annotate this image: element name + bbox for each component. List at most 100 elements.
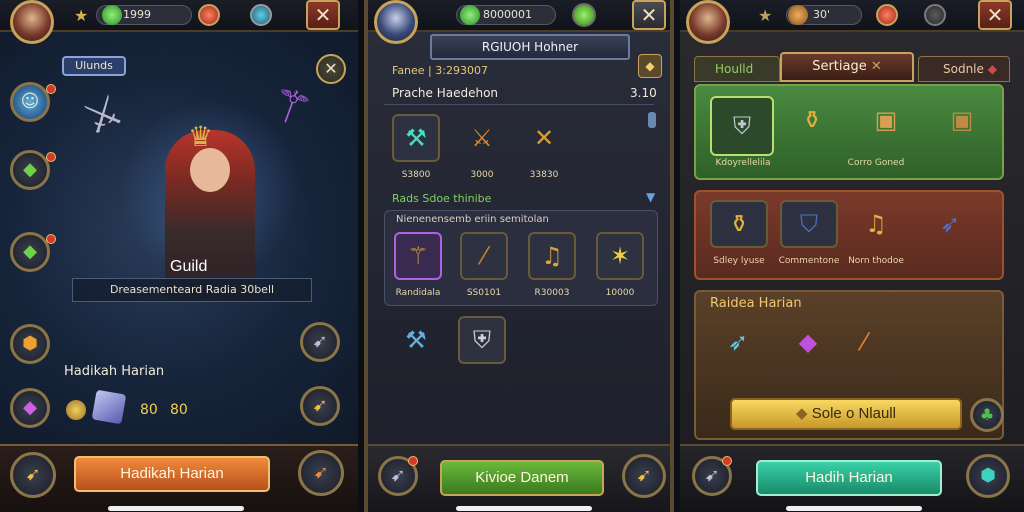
confirm-label: Kivioe Danem: [475, 469, 569, 486]
tab-sodnle[interactable]: Sodnle ◆: [918, 56, 1010, 82]
crystal-icon: [91, 389, 127, 425]
notification-dot: [408, 456, 418, 466]
shield-gem-icon[interactable]: [924, 4, 946, 26]
sale-button[interactable]: ◆ Sole o Nlaull: [730, 398, 962, 430]
item-slot-bell[interactable]: ♫: [852, 200, 900, 248]
sword-slot-button[interactable]: ➹: [10, 452, 56, 498]
hero-face: [190, 148, 230, 192]
title-badge: Ulunds: [62, 56, 126, 76]
item-slot-scroll[interactable]: ⁄: [840, 318, 888, 366]
hero-description-bar: Dreasementeard Radia 30bell: [72, 278, 312, 302]
amethyst-button[interactable]: ◆: [10, 388, 50, 428]
item-slot-6[interactable]: ♫: [528, 232, 576, 280]
leaf-shield-icon[interactable]: [572, 3, 596, 27]
row-label: Prache Haedehon: [392, 86, 499, 100]
close-icon[interactable]: ✕: [306, 0, 340, 30]
weapon-caption-3: Norn thodoe: [848, 256, 904, 266]
notification-dot: [46, 152, 56, 162]
divider: [384, 104, 654, 105]
top-resource-bar: 1999 ★ ✕: [0, 0, 358, 32]
weapon-caption-1: Sdley lyuse: [713, 256, 765, 266]
item-caption-3: 33830: [529, 170, 559, 180]
item-slot-horn-2[interactable]: ⚱: [710, 200, 768, 248]
featured-caption-a: Kdoyrellelila: [715, 158, 771, 168]
gold-blade-button[interactable]: ➹: [300, 386, 340, 426]
inventory-panel: 30' ★ ✕ Houlld Sertiage ✕ Sodnle ◆ ⛨ Kdo…: [680, 0, 1024, 512]
blade-button[interactable]: ➹: [300, 322, 340, 362]
row-value: 3.10: [630, 86, 657, 100]
item-slot-gift[interactable]: ▣: [938, 96, 986, 144]
item-caption-6: R30003: [534, 288, 570, 298]
item-slot-cloak[interactable]: ⛉: [780, 200, 838, 248]
item-caption-4: Randidala: [395, 288, 441, 298]
claim-daily-button[interactable]: Hadih Harian: [756, 460, 942, 496]
tab-houlld[interactable]: Houlld: [694, 56, 780, 82]
expand-icon[interactable]: ▼: [646, 190, 655, 204]
gold-blade-button[interactable]: ➹: [622, 454, 666, 498]
featured-caption-b: Corro Goned: [847, 158, 905, 168]
notification-dot: [46, 84, 56, 94]
tab-label: Sertiage: [812, 59, 867, 74]
teal-gem-button[interactable]: ⬢: [966, 454, 1010, 498]
item-slot-wing[interactable]: ➶: [926, 200, 974, 248]
item-slot-7[interactable]: ✶: [596, 232, 644, 280]
amber-gem-button[interactable]: ⬢: [10, 324, 50, 364]
shield-gem-icon[interactable]: [250, 4, 272, 26]
notification-dot: [722, 456, 732, 466]
leaf-gem-button-2[interactable]: ◆: [10, 232, 50, 272]
item-slot-horn[interactable]: ⚱: [788, 96, 836, 144]
item-caption-7: 10000: [605, 288, 635, 298]
item-slot-crystal-dagger[interactable]: ➶: [714, 318, 762, 366]
header-banner: RGIUOH Hohner: [430, 34, 630, 60]
item-slot-4[interactable]: ⚚: [394, 232, 442, 280]
section-label: Rads Sdoe thinibe: [392, 192, 492, 205]
home-indicator: [786, 506, 922, 511]
ruby-icon[interactable]: [876, 4, 898, 26]
hero-portrait-button[interactable]: ☺: [10, 82, 50, 122]
home-indicator: [108, 506, 244, 511]
coin-icon: [66, 400, 86, 420]
player-avatar[interactable]: [686, 0, 730, 44]
player-avatar[interactable]: [10, 0, 54, 44]
item-caption-2: 3000: [470, 170, 494, 180]
pin-icon[interactable]: ◆: [638, 54, 662, 78]
close-icon[interactable]: ✕: [632, 0, 666, 30]
claim-daily-button[interactable]: Hadikah Harian: [74, 456, 270, 492]
tab-sertiage[interactable]: Sertiage ✕: [780, 52, 914, 82]
item-slot-amethyst[interactable]: ◆: [784, 318, 832, 366]
star-icon: ★: [74, 6, 89, 25]
tab-label: Sodnle: [943, 62, 984, 76]
section-sub: Nienenensemb eriin semitolan: [396, 214, 549, 225]
axe-icon: ⚔: [75, 84, 131, 145]
item-caption-1: S3800: [401, 170, 431, 180]
claim-daily-label: Hadikah Harian: [120, 465, 224, 482]
leaf-gem-button[interactable]: ◆: [10, 150, 50, 190]
close-icon[interactable]: ✕: [871, 59, 882, 74]
notification-dot: [46, 234, 56, 244]
emerald-icon: [460, 5, 480, 25]
shop-panel: 8000001 ✕ RGIUOH Hohner Fanee | 3:293007…: [364, 0, 674, 512]
gem-icon: ◆: [796, 405, 808, 422]
reward-b: 80: [170, 402, 188, 418]
currency-value: 1999: [123, 8, 151, 21]
player-avatar[interactable]: [374, 0, 418, 44]
item-slot-3[interactable]: ✕: [520, 114, 568, 162]
hero-art: ♛ ⚔ ⚚: [75, 75, 340, 300]
flame-blade-button[interactable]: ➹: [298, 450, 344, 496]
emerald-icon: [102, 5, 122, 25]
clover-button[interactable]: ♣: [970, 398, 1004, 432]
confirm-button[interactable]: Kivioe Danem: [440, 460, 604, 496]
ruby-icon[interactable]: [198, 4, 220, 26]
item-slot-2[interactable]: ⚔: [458, 114, 506, 162]
scroll-handle[interactable]: [648, 112, 656, 128]
close-icon[interactable]: ✕: [978, 0, 1012, 30]
currency-value: 30': [813, 8, 831, 21]
item-slot-5[interactable]: ⁄: [460, 232, 508, 280]
item-slot-1[interactable]: ⚒: [392, 114, 440, 162]
item-slot-9[interactable]: ⛨: [458, 316, 506, 364]
item-caption-5: SS0101: [466, 288, 502, 298]
item-slot-armor[interactable]: ⛨: [710, 96, 774, 156]
item-slot-chest[interactable]: ▣: [862, 96, 910, 144]
item-slot-8[interactable]: ⚒: [392, 316, 440, 364]
star-icon: ★: [758, 6, 773, 25]
